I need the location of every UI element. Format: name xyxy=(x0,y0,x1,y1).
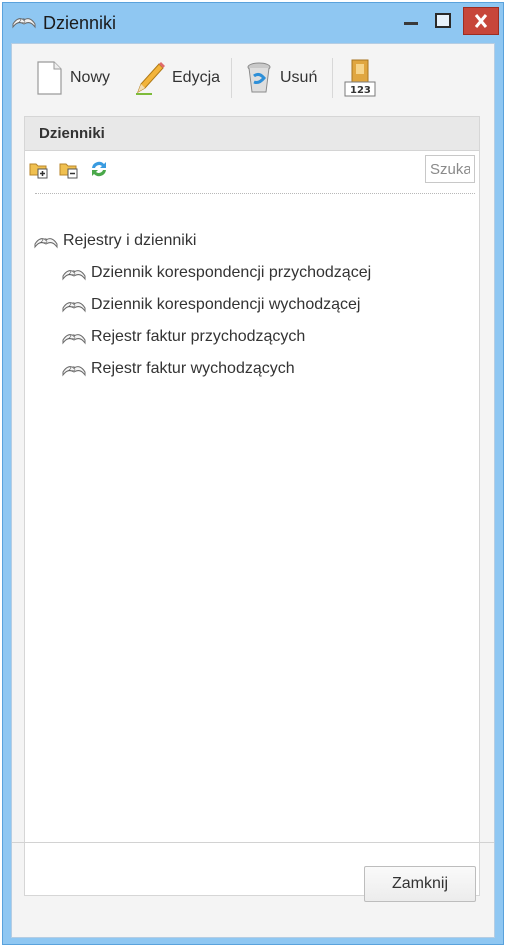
close-icon xyxy=(474,14,488,28)
trash-icon xyxy=(247,62,271,93)
window-title: Dzienniki xyxy=(43,13,117,33)
dzienniki-window: 23 Dzienniki Nowy Edycja Usuń 123 Dzienn… xyxy=(2,2,504,945)
numbering-icon-text: 123 xyxy=(350,85,371,96)
edit-button[interactable]: Edycja xyxy=(132,58,220,98)
svg-text:23: 23 xyxy=(68,302,76,309)
close-button[interactable]: Zamknij xyxy=(364,866,476,902)
journal-icon: 23 xyxy=(62,270,86,281)
journal-icon: 23 xyxy=(62,302,86,313)
journals-panel: Dzienniki Szukaj 23 Rejestry i dzienniki… xyxy=(24,116,480,896)
tree-node-child[interactable]: 23 Rejestr faktur wychodzących xyxy=(61,357,295,381)
window-content: Nowy Edycja Usuń 123 Dzienniki Szukaj 23… xyxy=(11,43,495,938)
tree-node-label: Dziennik korespondencji przychodzącej xyxy=(91,264,372,281)
journal-icon: 23 xyxy=(62,334,86,345)
pencil-icon xyxy=(136,62,165,95)
svg-text:23: 23 xyxy=(68,334,76,341)
svg-text:23: 23 xyxy=(18,18,26,25)
edit-button-label: Edycja xyxy=(172,69,221,86)
maximize-button[interactable] xyxy=(427,7,459,35)
tree-node-child[interactable]: 23 Rejestr faktur przychodzących xyxy=(61,325,305,349)
search-input[interactable] xyxy=(425,155,475,183)
tree-node-child[interactable]: 23 Dziennik korespondencji wychodzącej xyxy=(61,293,360,317)
title-bar[interactable]: 23 Dzienniki xyxy=(3,3,503,43)
tree-node-label: Rejestry i dzienniki xyxy=(63,232,197,249)
delete-button-label: Usuń xyxy=(280,69,318,86)
journal-icon: 23 xyxy=(12,18,36,29)
main-toolbar: Nowy Edycja Usuń 123 xyxy=(12,44,494,116)
maximize-icon xyxy=(435,13,451,28)
svg-text:23: 23 xyxy=(68,270,76,277)
journal-icon: 23 xyxy=(34,238,58,249)
document-icon xyxy=(37,61,62,95)
tree-node-label: Rejestr faktur przychodzących xyxy=(91,328,306,345)
minimize-button[interactable] xyxy=(395,7,427,35)
refresh-icon[interactable] xyxy=(89,159,109,179)
numbering-icon: 123 xyxy=(344,59,376,97)
panel-title: Dzienniki xyxy=(39,125,105,142)
remove-folder-icon[interactable] xyxy=(59,159,79,179)
toolbar-separator xyxy=(231,58,232,98)
new-button-label: Nowy xyxy=(70,69,111,86)
svg-text:23: 23 xyxy=(68,366,76,373)
journal-icon: 23 xyxy=(62,366,86,377)
minimize-icon xyxy=(404,22,418,25)
footer-divider xyxy=(12,842,494,843)
tree-node-root[interactable]: 23 Rejestry i dzienniki xyxy=(33,229,196,253)
tree-node-label: Dziennik korespondencji wychodzącej xyxy=(91,296,361,313)
svg-text:23: 23 xyxy=(40,238,48,245)
delete-button[interactable]: Usuń xyxy=(244,58,317,98)
add-folder-icon[interactable] xyxy=(29,159,49,179)
numbering-button[interactable]: 123 xyxy=(342,58,378,98)
tree-node-child[interactable]: 23 Dziennik korespondencji przychodzącej xyxy=(61,261,371,285)
close-window-button[interactable] xyxy=(463,7,499,35)
panel-header: Dzienniki xyxy=(25,117,479,151)
tree-node-label: Rejestr faktur wychodzących xyxy=(91,360,295,377)
toolbar-separator xyxy=(332,58,333,98)
new-button[interactable]: Nowy xyxy=(34,58,110,98)
divider xyxy=(35,193,475,194)
